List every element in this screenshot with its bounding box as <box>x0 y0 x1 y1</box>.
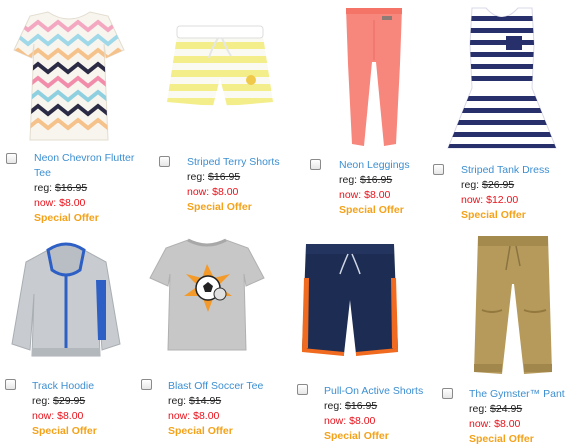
regular-price: reg: $14.95 <box>168 395 222 407</box>
special-offer-link[interactable]: Special Offer <box>461 208 573 223</box>
product-image[interactable] <box>8 6 130 146</box>
product-image[interactable] <box>446 4 558 152</box>
product-image[interactable] <box>148 234 266 354</box>
special-offer-link[interactable]: Special Offer <box>34 211 144 226</box>
product-name-link[interactable]: Blast Off Soccer Tee <box>168 379 288 394</box>
product-name-link[interactable]: Track Hoodie <box>32 379 132 394</box>
regular-price: reg: $29.95 <box>32 395 86 407</box>
sale-price: now: $8.00 <box>32 410 84 422</box>
compare-checkbox[interactable] <box>297 384 308 395</box>
special-offer-link[interactable]: Special Offer <box>187 200 307 215</box>
compare-checkbox[interactable] <box>442 388 453 399</box>
special-offer-link[interactable]: Special Offer <box>168 424 288 439</box>
regular-price: reg: $16.95 <box>187 171 241 183</box>
sale-price: now: $8.00 <box>339 189 391 201</box>
regular-price: reg: $16.95 <box>34 182 88 194</box>
sale-price: now: $8.00 <box>187 186 239 198</box>
compare-checkbox[interactable] <box>159 156 170 167</box>
sale-price: now: $8.00 <box>469 418 521 430</box>
product-image[interactable] <box>10 240 122 360</box>
regular-price: reg: $16.95 <box>339 174 393 186</box>
product-name-link[interactable]: The Gymster™ Pant <box>469 387 575 402</box>
sale-price: now: $8.00 <box>34 197 86 209</box>
special-offer-link[interactable]: Special Offer <box>339 203 439 218</box>
product-name-link[interactable]: Striped Tank Dress <box>461 163 573 178</box>
product-image[interactable] <box>300 240 400 360</box>
special-offer-link[interactable]: Special Offer <box>32 424 132 439</box>
compare-checkbox[interactable] <box>6 153 17 164</box>
compare-checkbox[interactable] <box>310 159 321 170</box>
compare-checkbox[interactable] <box>5 379 16 390</box>
regular-price: reg: $26.95 <box>461 179 515 191</box>
special-offer-link[interactable]: Special Offer <box>469 432 575 447</box>
product-name-link[interactable]: Pull-On Active Shorts <box>324 384 444 399</box>
sale-price: now: $8.00 <box>168 410 220 422</box>
special-offer-link[interactable]: Special Offer <box>324 429 444 444</box>
product-name-link[interactable]: Neon Leggings <box>339 158 439 173</box>
compare-checkbox[interactable] <box>141 379 152 390</box>
product-image[interactable] <box>338 4 410 150</box>
compare-checkbox[interactable] <box>433 164 444 175</box>
product-image[interactable] <box>165 22 275 114</box>
regular-price: reg: $16.95 <box>324 400 378 412</box>
sale-price: now: $12.00 <box>461 194 519 206</box>
sale-price: now: $8.00 <box>324 415 376 427</box>
product-name-link[interactable]: Neon Chevron Flutter Tee <box>34 151 144 181</box>
product-name-link[interactable]: Striped Terry Shorts <box>187 155 307 170</box>
regular-price: reg: $24.95 <box>469 403 523 415</box>
product-image[interactable] <box>472 230 554 380</box>
